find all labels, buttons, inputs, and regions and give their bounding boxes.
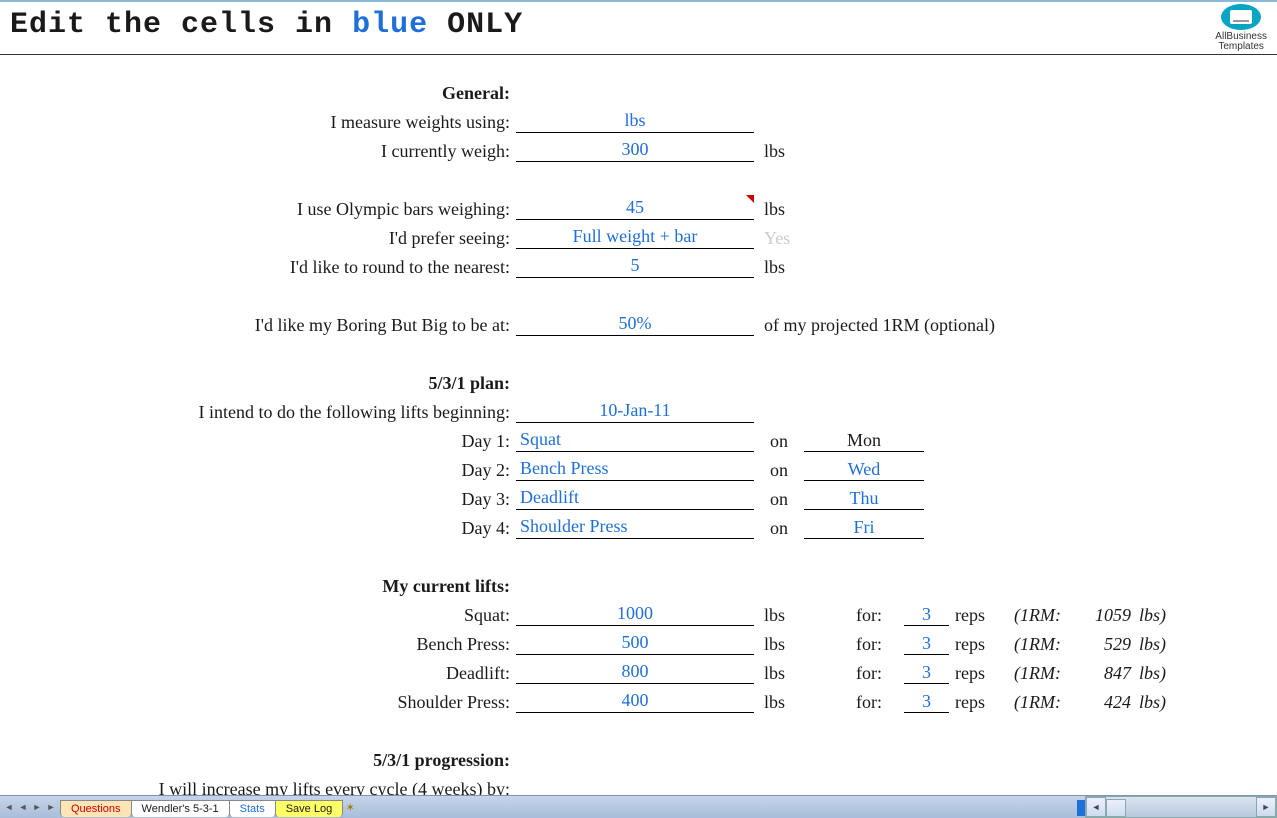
scroll-track[interactable] xyxy=(1106,798,1256,816)
logo-icon xyxy=(1221,4,1261,30)
input-weekday-day4[interactable]: Fri xyxy=(804,517,924,539)
label-bbb-suffix: of my projected 1RM (optional) xyxy=(754,315,995,336)
label-begin: I intend to do the following lifts begin… xyxy=(10,402,516,423)
input-weekday-day1[interactable]: Mon xyxy=(804,430,924,452)
section-plan: 5/3/1 plan: xyxy=(10,373,516,394)
label-reps: reps xyxy=(949,692,991,713)
nav-prev-icon[interactable]: ◄ xyxy=(16,799,30,815)
label-on: on xyxy=(754,431,804,452)
unit-lbs: lbs xyxy=(754,663,834,684)
input-lift-day4[interactable]: Shoulder Press xyxy=(516,514,754,539)
input-weekday-day3[interactable]: Thu xyxy=(804,488,924,510)
value-yes: Yes xyxy=(754,228,884,249)
input-weekday-day2[interactable]: Wed xyxy=(804,459,924,481)
split-handle[interactable] xyxy=(1077,800,1085,816)
input-weight-2[interactable]: 800 xyxy=(516,659,754,684)
input-round[interactable]: 5 xyxy=(516,253,754,278)
input-prefer[interactable]: Full weight + bar xyxy=(516,224,754,249)
input-weight-0[interactable]: 1000 xyxy=(516,601,754,626)
label-day: Day 2: xyxy=(10,460,516,481)
unit-lbs: lbs xyxy=(754,634,834,655)
input-weight-1[interactable]: 500 xyxy=(516,630,754,655)
label-day: Day 4: xyxy=(10,518,516,539)
input-bbb[interactable]: 50% xyxy=(516,311,754,336)
label-barweight: I use Olympic bars weighing: xyxy=(10,199,516,220)
section-progression: 5/3/1 progression: xyxy=(10,750,516,771)
input-reps-2[interactable]: 3 xyxy=(904,662,949,684)
input-lift-day2[interactable]: Bench Press xyxy=(516,456,754,481)
label-progression: I will increase my lifts every cycle (4 … xyxy=(10,779,516,795)
value-1rm: (1RM:529lbs) xyxy=(991,634,1166,655)
unit-lbs: lbs xyxy=(754,257,834,278)
new-sheet-icon[interactable]: ✶ xyxy=(342,799,358,815)
label-on: on xyxy=(754,518,804,539)
value-1rm: (1RM:1059lbs) xyxy=(991,605,1166,626)
label-units: I measure weights using: xyxy=(10,112,516,133)
value-1rm: (1RM:847lbs) xyxy=(991,663,1166,684)
nav-first-icon[interactable]: ◄ xyxy=(2,799,16,815)
logo: AllBusiness Templates xyxy=(1215,4,1267,52)
input-reps-3[interactable]: 3 xyxy=(904,691,949,713)
worksheet: General: I measure weights using: lbs I … xyxy=(0,55,1277,795)
sheet-tabs: ◄ ◄ ► ► Questions Wendler's 5-3-1 Stats … xyxy=(0,795,1277,818)
tab-wendlers[interactable]: Wendler's 5-3-1 xyxy=(131,800,230,817)
unit-lbs: lbs xyxy=(754,141,834,162)
logo-text-2: Templates xyxy=(1215,42,1267,52)
unit-lbs: lbs xyxy=(754,199,834,220)
unit-lbs: lbs xyxy=(754,692,834,713)
label-reps: reps xyxy=(949,634,991,655)
tab-questions[interactable]: Questions xyxy=(60,800,132,817)
label-on: on xyxy=(754,460,804,481)
input-barweight[interactable]: 45 xyxy=(516,195,754,220)
input-units[interactable]: lbs xyxy=(516,108,754,133)
page-title: Edit the cells in blue ONLY xyxy=(10,4,523,42)
nav-next-icon[interactable]: ► xyxy=(30,799,44,815)
label-for: for: xyxy=(834,692,904,713)
label-for: for: xyxy=(834,634,904,655)
title-blue: blue xyxy=(352,8,428,42)
label-round: I'd like to round to the nearest: xyxy=(10,257,516,278)
scroll-thumb[interactable] xyxy=(1106,799,1126,817)
label-lift: Shoulder Press: xyxy=(10,692,516,713)
label-lift: Squat: xyxy=(10,605,516,626)
label-reps: reps xyxy=(949,663,991,684)
nav-last-icon[interactable]: ► xyxy=(44,799,58,815)
label-day: Day 3: xyxy=(10,489,516,510)
label-bbb: I'd like my Boring But Big to be at: xyxy=(10,315,516,336)
section-current: My current lifts: xyxy=(10,576,516,597)
comment-indicator-icon xyxy=(746,195,754,203)
label-for: for: xyxy=(834,663,904,684)
label-lift: Deadlift: xyxy=(10,663,516,684)
label-lift: Bench Press: xyxy=(10,634,516,655)
label-prefer: I'd prefer seeing: xyxy=(10,228,516,249)
scroll-left-icon[interactable]: ◄ xyxy=(1086,797,1106,817)
input-begin-date[interactable]: 10-Jan-11 xyxy=(516,398,754,423)
scroll-right-icon[interactable]: ► xyxy=(1256,797,1276,817)
label-bodyweight: I currently weigh: xyxy=(10,141,516,162)
horizontal-scrollbar[interactable]: ◄ ► xyxy=(1085,796,1277,818)
tab-savelog[interactable]: Save Log xyxy=(275,800,343,817)
label-for: for: xyxy=(834,605,904,626)
unit-lbs: lbs xyxy=(754,605,834,626)
tab-nav: ◄ ◄ ► ► xyxy=(0,799,60,815)
section-general: General: xyxy=(10,83,516,104)
title-pre: Edit the cells in xyxy=(10,8,352,42)
input-reps-0[interactable]: 3 xyxy=(904,604,949,626)
input-reps-1[interactable]: 3 xyxy=(904,633,949,655)
label-reps: reps xyxy=(949,605,991,626)
tab-stats[interactable]: Stats xyxy=(229,800,276,817)
label-day: Day 1: xyxy=(10,431,516,452)
value-1rm: (1RM:424lbs) xyxy=(991,692,1166,713)
input-lift-day3[interactable]: Deadlift xyxy=(516,485,754,510)
label-on: on xyxy=(754,489,804,510)
title-bar: Edit the cells in blue ONLY AllBusiness … xyxy=(0,0,1277,55)
input-lift-day1[interactable]: Squat xyxy=(516,427,754,452)
input-weight-3[interactable]: 400 xyxy=(516,688,754,713)
title-post: ONLY xyxy=(428,8,523,42)
input-bodyweight[interactable]: 300 xyxy=(516,137,754,162)
